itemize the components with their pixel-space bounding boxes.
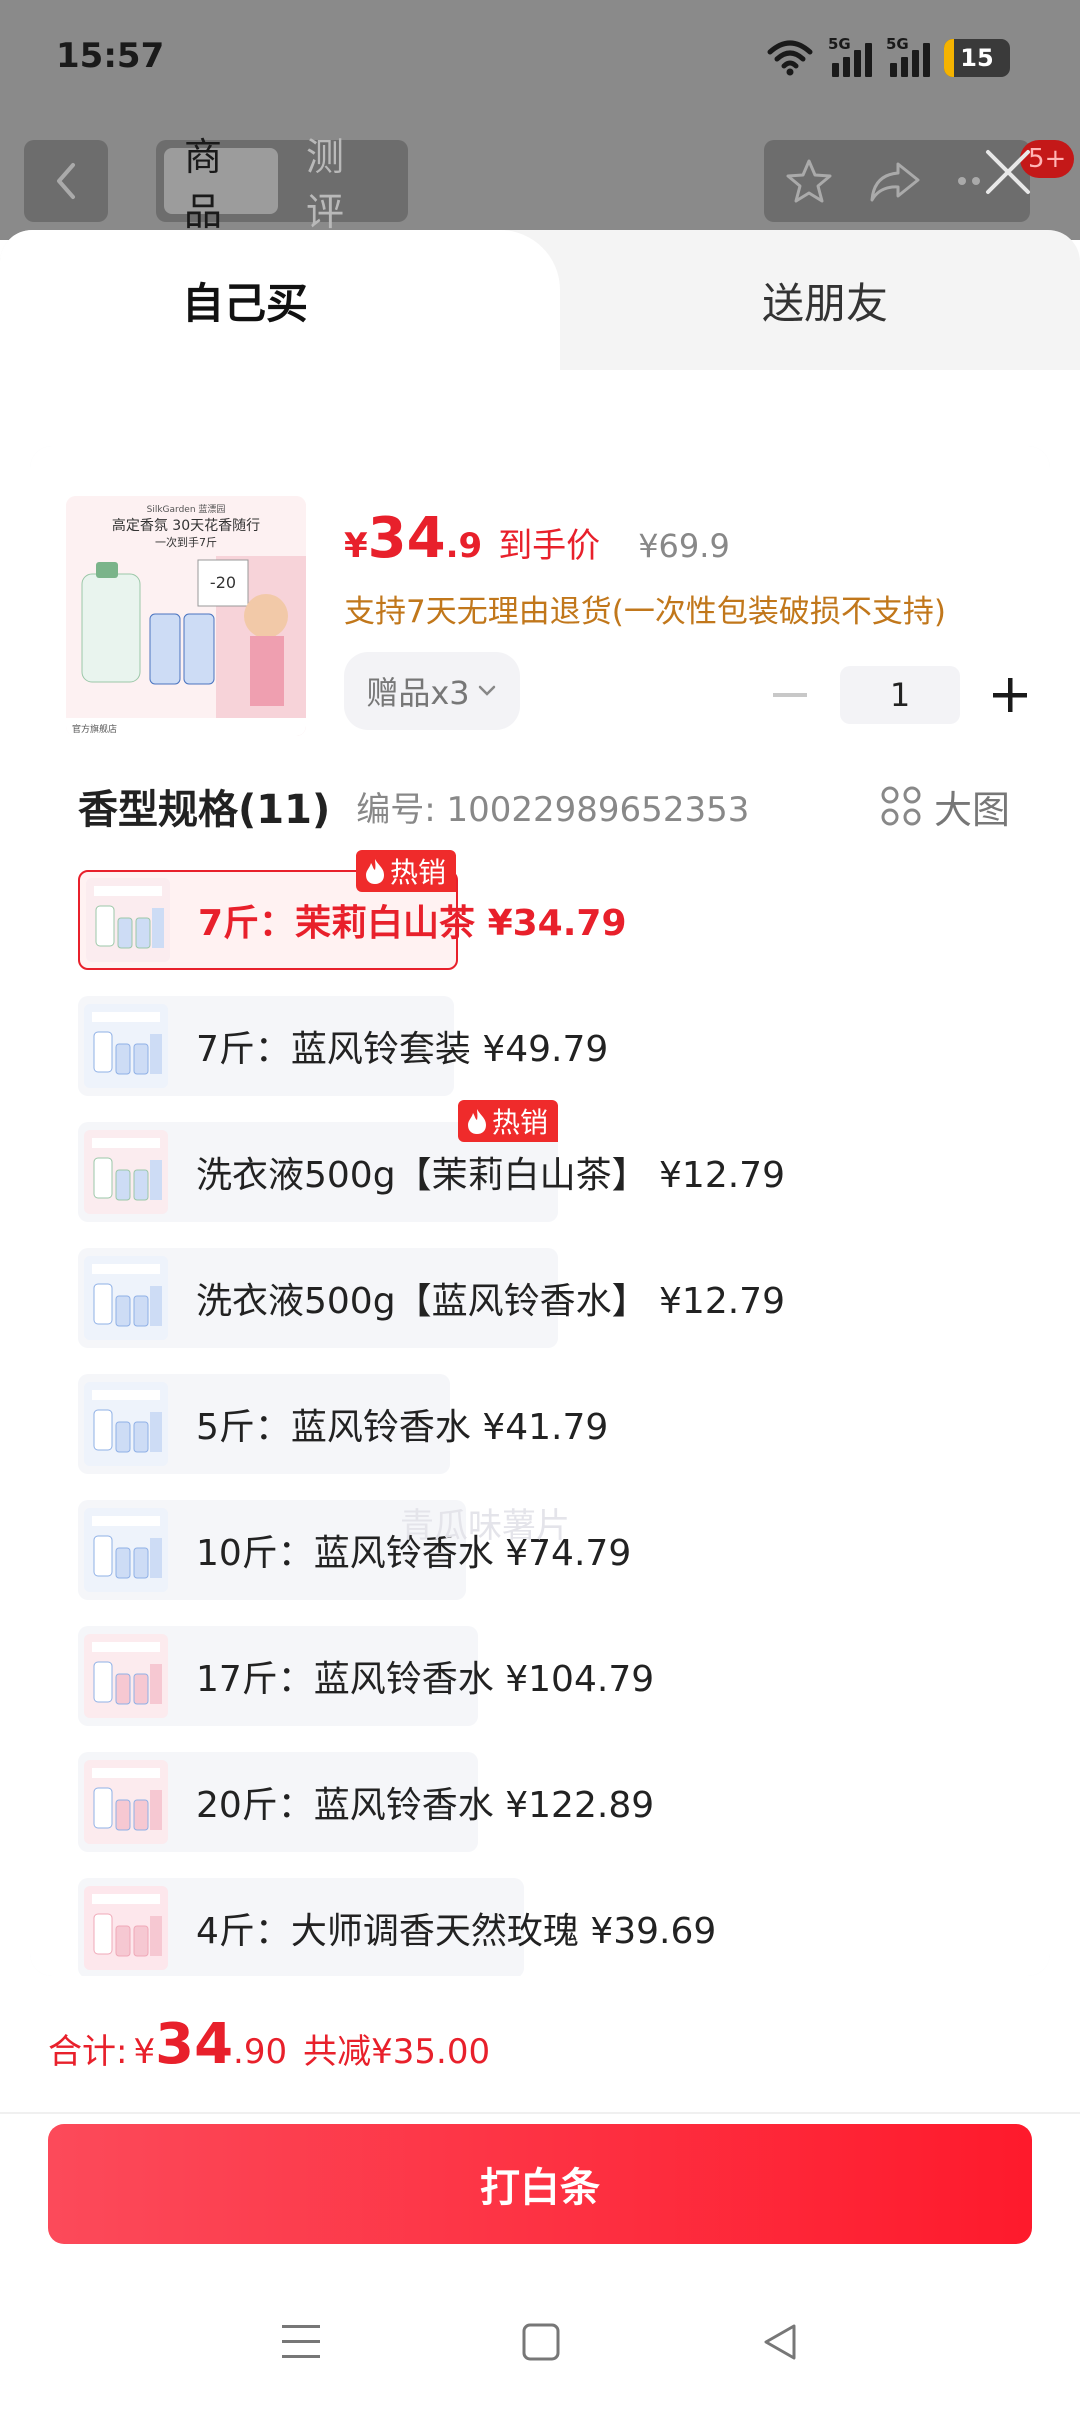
spec-option-label: 20斤：蓝风铃香水 ¥122.89 — [196, 1785, 655, 1826]
battery-level: 15 — [960, 44, 994, 72]
menu-icon[interactable] — [280, 2322, 322, 2362]
spec-option[interactable]: 5斤：蓝风铃香水 ¥41.79 — [78, 1374, 608, 1474]
close-icon[interactable] — [978, 142, 1038, 202]
spec-option-label: 17斤：蓝风铃香水 ¥104.79 — [196, 1659, 655, 1700]
pay-button[interactable]: 打白条 — [48, 2124, 1032, 2244]
spec-option-thumbnail — [84, 1508, 168, 1592]
price-decimal: .9 — [445, 526, 483, 566]
purchase-mode-tabs: 送朋友 自己买 — [0, 230, 1080, 370]
spec-option-label: 7斤：蓝风铃套装 ¥49.79 — [196, 1029, 609, 1070]
spec-option[interactable]: 洗衣液500g【蓝风铃香水】 ¥12.79 — [78, 1248, 785, 1348]
spec-option-thumbnail — [84, 1634, 168, 1718]
final-price: ¥ 34 .9 — [344, 506, 482, 571]
spec-option-label: 洗衣液500g【蓝风铃香水】 ¥12.79 — [196, 1281, 785, 1322]
minus-icon — [773, 693, 807, 697]
battery-icon: 15 — [944, 39, 1010, 77]
gift-label: 赠品x3 — [366, 674, 470, 712]
spec-option-thumbnail — [84, 1886, 168, 1970]
hot-badge-label: 热销 — [389, 856, 446, 889]
status-time: 15:57 — [56, 36, 165, 76]
price-yen: ¥ — [344, 526, 368, 566]
quantity-stepper: 1 — [764, 666, 1036, 724]
increase-button[interactable] — [984, 669, 1036, 721]
total-yen: ¥ — [133, 2032, 156, 2072]
spec-option[interactable]: 洗衣液500g【茉莉白山茶】 ¥12.79 热销 — [78, 1100, 785, 1222]
flame-icon — [467, 1109, 486, 1134]
big-view-label: 大图 — [933, 787, 1010, 832]
checkout-footer: 合计: ¥ 34 .90 共减¥35.00 打白条 — [0, 1976, 1080, 2412]
total-discount: 共减¥35.00 — [303, 2032, 491, 2072]
grid-icon — [881, 786, 921, 826]
back-triangle-icon[interactable] — [760, 2322, 800, 2362]
gift-selector[interactable]: 赠品x3 — [344, 652, 520, 730]
total-row: 合计: ¥ 34 .90 共减¥35.00 — [48, 1976, 490, 2116]
quantity-input[interactable]: 1 — [840, 666, 960, 724]
signal-tag: 5G — [828, 35, 851, 53]
tab-product[interactable]: 商品 — [164, 135, 278, 234]
decrease-button[interactable] — [764, 669, 816, 721]
thumb-subline: 一次到手7斤 — [155, 535, 217, 549]
status-bar: 15:57 5G 5G 15 — [0, 0, 1080, 120]
home-icon[interactable] — [521, 2322, 561, 2362]
thumb-footer: 官方旗舰店 — [72, 723, 117, 735]
spec-option[interactable]: 17斤：蓝风铃香水 ¥104.79 — [78, 1626, 654, 1726]
spec-option-thumbnail — [84, 1760, 168, 1844]
background-page: 15:57 5G 5G 15 商品 测评 5+ — [0, 0, 1080, 240]
spec-option[interactable]: 4斤：大师调香天然玫瑰 ¥39.69 — [78, 1878, 716, 1976]
flame-icon — [365, 859, 384, 884]
spec-option-thumbnail — [84, 1004, 168, 1088]
spec-option[interactable]: 20斤：蓝风铃香水 ¥122.89 — [78, 1752, 654, 1852]
share-icon[interactable] — [868, 158, 922, 204]
price-integer: 34 — [367, 506, 446, 571]
spec-title: 香型规格(11) — [78, 787, 331, 833]
product-code: 编号: 10022989652353 — [356, 789, 750, 830]
product-image[interactable]: SilkGarden 蓝漂园 高定香氛 30天花香随行 一次到手7斤 -20 官… — [66, 496, 306, 736]
spec-option-label: 7斤：茉莉白山茶 ¥34.79 — [198, 903, 627, 944]
hot-badge-label: 热销 — [491, 1106, 548, 1139]
signal-icon: 5G — [886, 35, 930, 77]
big-view-button[interactable]: 大图 — [880, 779, 1010, 834]
spec-option[interactable]: 7斤：蓝风铃套装 ¥49.79 — [78, 996, 608, 1096]
spec-option-label: 5斤：蓝风铃香水 ¥41.79 — [196, 1407, 609, 1448]
wifi-icon — [767, 40, 813, 76]
total-integer: 34 — [155, 2012, 234, 2077]
spec-option-thumbnail — [84, 1382, 168, 1466]
price-row: ¥ 34 .9 到手价 ¥69.9 — [344, 506, 730, 571]
status-icons: 5G 5G 15 — [766, 35, 1010, 80]
total-decimal: .90 — [233, 2032, 288, 2072]
return-policy: 支持7天无理由退货(一次性包装破损不支持) — [344, 594, 946, 630]
spec-header: 香型规格(11) 编号: 10022989652353 大图 — [78, 776, 1010, 836]
plus-icon — [993, 678, 1027, 712]
spec-option[interactable]: 7斤：茉莉白山茶 ¥34.79 热销 — [78, 850, 627, 970]
hot-badge: 热销 — [355, 850, 456, 892]
watermark: 青瓜味薯片 — [400, 1506, 570, 1546]
tab-review[interactable]: 测评 — [286, 135, 400, 234]
spec-option-label: 4斤：大师调香天然玫瑰 ¥39.69 — [196, 1911, 717, 1952]
star-icon[interactable] — [784, 156, 834, 206]
spec-option-label: 洗衣液500g【茉莉白山茶】 ¥12.79 — [196, 1155, 785, 1196]
total-label: 合计: — [48, 2032, 128, 2072]
thumb-brand: SilkGarden 蓝漂园 — [147, 503, 226, 515]
back-icon — [57, 163, 75, 199]
original-price: ¥69.9 — [638, 527, 730, 565]
hot-badge: 热销 — [457, 1100, 558, 1142]
divider — [0, 2112, 1080, 2114]
product-card: SilkGarden 蓝漂园 高定香氛 30天花香随行 一次到手7斤 -20 官… — [30, 446, 1050, 1976]
spec-option-thumbnail — [86, 878, 170, 962]
tab-gift-friend[interactable]: 送朋友 — [560, 230, 1080, 370]
top-tabs: 商品 测评 — [156, 135, 408, 234]
spec-option-thumbnail — [84, 1130, 168, 1214]
signal-icon: 5G — [828, 35, 872, 77]
chevron-down-icon — [478, 685, 495, 696]
thumb-headline: 高定香氛 30天花香随行 — [112, 517, 260, 534]
tab-buy-self[interactable]: 自己买 — [0, 230, 560, 370]
spec-option-thumbnail — [84, 1256, 168, 1340]
thumb-promo: -20 — [210, 573, 236, 592]
price-label: 到手价 — [498, 526, 601, 566]
signal-tag: 5G — [886, 35, 909, 53]
back-button[interactable] — [24, 140, 108, 222]
system-nav-bar — [0, 2272, 1080, 2412]
